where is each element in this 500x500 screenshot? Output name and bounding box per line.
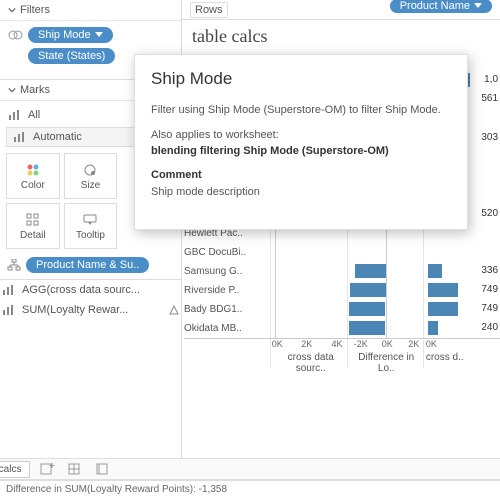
chevron-down-icon: [8, 86, 16, 94]
filters-title: Filters: [20, 4, 50, 16]
pill-label: Product Name & Su..: [36, 259, 139, 271]
filter-tooltip: Ship Mode Filter using Ship Mode (Supers…: [134, 54, 468, 230]
tooltip-desc: Filter using Ship Mode (Superstore-OM) t…: [151, 103, 451, 118]
worksheet-title[interactable]: table calcs: [182, 20, 500, 53]
new-dashboard-button[interactable]: [66, 460, 86, 478]
field-agg-cross[interactable]: AGG(cross data sourc...: [0, 280, 181, 300]
hierarchy-icon: [6, 257, 22, 273]
new-worksheet-button[interactable]: [38, 460, 58, 478]
axis-title: cross d..: [426, 352, 464, 363]
marks-title: Marks: [20, 84, 50, 96]
color-icon: [25, 162, 41, 178]
row-label: GBC DocuBi..: [184, 247, 270, 258]
detail-icon: [25, 212, 41, 228]
pill-label: Ship Mode: [38, 29, 91, 41]
tooltip-comment: Ship mode description: [151, 185, 451, 200]
dropdown-icon: [474, 3, 482, 9]
filter-pill-state[interactable]: State (States): [28, 48, 115, 64]
set-icon: [8, 28, 24, 42]
rows-shelf[interactable]: Rows Product Name: [182, 0, 500, 20]
marks-size[interactable]: Size: [64, 153, 118, 199]
size-icon: [82, 162, 98, 178]
row-label: Okidata MB..: [184, 323, 270, 334]
tooltip-comment-label: Comment: [151, 169, 451, 181]
sheet-tabs-bar: able calcs: [0, 458, 500, 480]
row-label: Riverside P..: [184, 285, 270, 296]
axis-title: Difference in Lo..: [349, 352, 423, 374]
marks-all-label: All: [28, 109, 40, 121]
filters-header[interactable]: Filters: [0, 0, 181, 21]
tooltip-icon: [82, 212, 98, 228]
product-name-pill[interactable]: Product Name & Su..: [26, 257, 149, 273]
bars-icon: [8, 109, 22, 121]
bars-icon: [2, 284, 16, 296]
marks-tooltip[interactable]: Tooltip: [64, 203, 118, 249]
row-label: Hewlett Pac..: [184, 228, 270, 239]
filter-pill-ship-mode[interactable]: Ship Mode: [28, 27, 113, 43]
tooltip-heading: Ship Mode: [151, 69, 451, 89]
row-label: Samsung G..: [184, 266, 270, 277]
dropdown-icon: [95, 32, 103, 38]
new-story-button[interactable]: [94, 460, 114, 478]
marks-color[interactable]: Color: [6, 153, 60, 199]
pill-label: State (States): [38, 50, 105, 62]
bars-icon: [2, 304, 16, 316]
axis-title: cross data sourc..: [275, 352, 347, 374]
row-label: Bady BDG1..: [184, 304, 270, 315]
field-sum-loyalty[interactable]: SUM(Loyalty Rewar...: [0, 300, 181, 320]
sheet-tab[interactable]: able calcs: [0, 461, 30, 478]
marks-detail[interactable]: Detail: [6, 203, 60, 249]
marks-auto-label: Automatic: [33, 131, 82, 143]
chevron-down-icon: [8, 6, 16, 14]
rows-pill-product-name[interactable]: Product Name: [390, 0, 492, 13]
status-bar: Difference in SUM(Loyalty Reward Points)…: [0, 480, 500, 500]
rows-label: Rows: [190, 2, 228, 18]
bars-icon: [13, 131, 27, 143]
delta-icon: [169, 305, 179, 315]
